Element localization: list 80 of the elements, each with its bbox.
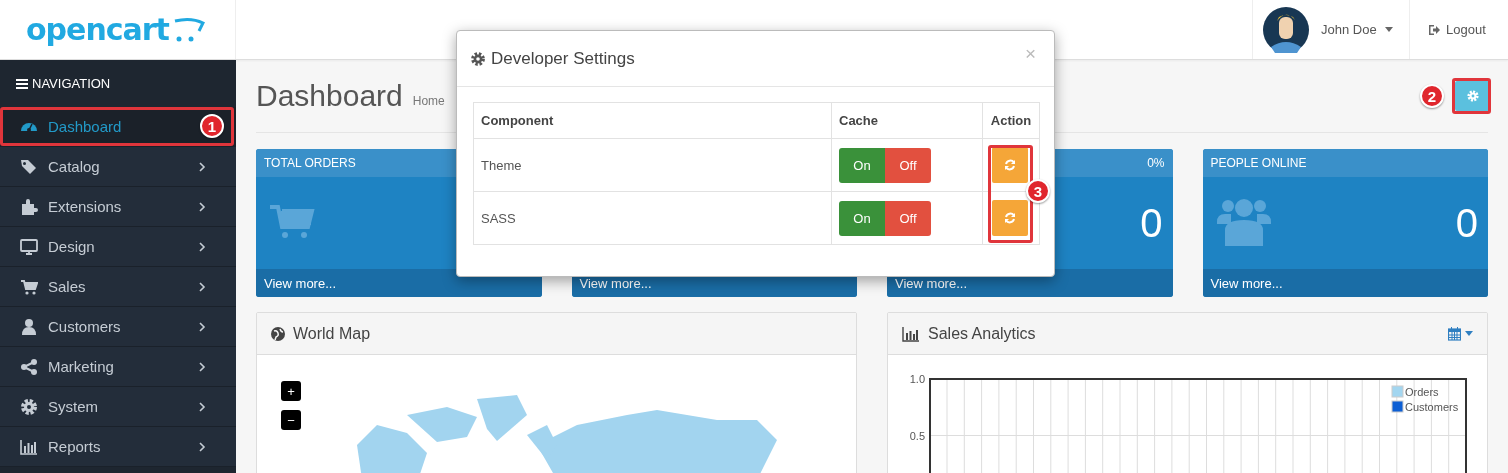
menu-icon[interactable] — [16, 78, 28, 89]
panel-title: World Map — [293, 324, 371, 343]
chevron-icon — [199, 161, 206, 172]
puzzle-icon — [20, 197, 38, 216]
chevron-icon — [199, 241, 206, 252]
refresh-button[interactable] — [992, 147, 1028, 183]
view-more-link[interactable]: View more... — [895, 275, 967, 291]
sidebar-item[interactable]: Reports — [0, 427, 236, 467]
step-badge: 3 — [1026, 179, 1050, 203]
zoom-in-button[interactable]: + — [281, 381, 301, 401]
user-menu[interactable]: John Doe — [1321, 22, 1393, 37]
chevron-icon — [199, 321, 206, 332]
sidebar-item[interactable]: Sales — [0, 267, 236, 307]
chevron-icon — [199, 361, 206, 372]
breadcrumb-link[interactable]: Home — [412, 94, 445, 108]
legend-item: Orders — [1391, 385, 1439, 398]
column-header: Cache — [831, 102, 983, 139]
bar-chart-icon — [20, 437, 38, 456]
dialog-title: Developer Settings — [491, 48, 636, 69]
share-icon — [20, 357, 38, 376]
globe-icon — [271, 326, 285, 341]
cart-icon — [20, 277, 38, 296]
tile-value: 0 — [1140, 200, 1163, 246]
caret-icon — [1384, 27, 1393, 32]
column-header: Component — [473, 102, 832, 139]
sidebar-item[interactable]: Customers — [0, 307, 236, 347]
chevron-icon — [199, 441, 206, 452]
legend-item: Customers — [1391, 400, 1459, 413]
view-more-link[interactable]: View more... — [579, 275, 652, 291]
page-title: Dashboard — [256, 79, 403, 113]
sidebar-item[interactable]: Design — [0, 227, 236, 267]
caret-icon — [1465, 331, 1473, 336]
panel-title: Sales Analytics — [928, 324, 1036, 343]
monitor-icon — [20, 237, 38, 256]
legend-label: Orders — [1405, 386, 1440, 398]
sign-out-icon — [1428, 23, 1440, 36]
chevron-icon — [199, 281, 206, 292]
axis-tick-label: 1.0 — [909, 373, 925, 385]
bar-chart-icon — [902, 325, 920, 342]
off-button[interactable]: Off — [885, 200, 931, 236]
avatar — [1263, 6, 1309, 53]
settings-icon — [1466, 90, 1479, 102]
annotation-frame — [1452, 78, 1491, 114]
people-icon — [1216, 198, 1271, 248]
tile-value: 0 — [1455, 200, 1478, 246]
sidebar-item[interactable]: Extensions — [0, 187, 236, 227]
settings-button[interactable] — [1455, 81, 1490, 111]
sidebar-item[interactable]: Dashboard 1 — [0, 107, 236, 147]
chevron-icon — [199, 401, 206, 412]
chevron-icon — [199, 201, 206, 212]
off-button[interactable]: Off — [885, 147, 931, 183]
step-badge: 1 — [200, 114, 224, 138]
on-button[interactable]: On — [839, 200, 885, 236]
gear-icon — [20, 397, 38, 416]
tile-title: PEOPLE ONLINE — [1210, 156, 1307, 170]
table-cell: Theme — [473, 138, 832, 192]
gear-icon — [471, 51, 485, 66]
date-range-dropdown[interactable] — [1448, 326, 1473, 341]
refresh-icon — [1004, 159, 1016, 171]
sidebar-item[interactable]: Catalog — [0, 147, 236, 187]
tile-title: TOTAL ORDERS — [264, 156, 356, 170]
column-header: Action — [982, 102, 1040, 139]
legend-label: Customers — [1405, 401, 1459, 413]
nav-heading: NAVIGATION — [32, 76, 111, 91]
view-more-link[interactable]: View more... — [264, 275, 336, 291]
sidebar-item[interactable]: Marketing — [0, 347, 236, 387]
refresh-icon — [1004, 212, 1016, 224]
cart-logo-icon — [172, 16, 205, 43]
user-icon — [20, 317, 38, 336]
step-badge: 2 — [1420, 84, 1444, 108]
on-button[interactable]: On — [839, 147, 885, 183]
zoom-out-button[interactable]: − — [281, 410, 301, 430]
tile-percent: 0% — [1147, 156, 1165, 170]
calendar-icon — [1448, 326, 1461, 341]
tag-icon — [20, 157, 38, 176]
view-more-link[interactable]: View more... — [1210, 275, 1283, 291]
table-cell: SASS — [473, 191, 832, 245]
sidebar-item[interactable]: System — [0, 387, 236, 427]
axis-tick-label: 0.5 — [909, 429, 925, 442]
logout-link[interactable]: Logout — [1409, 0, 1508, 59]
